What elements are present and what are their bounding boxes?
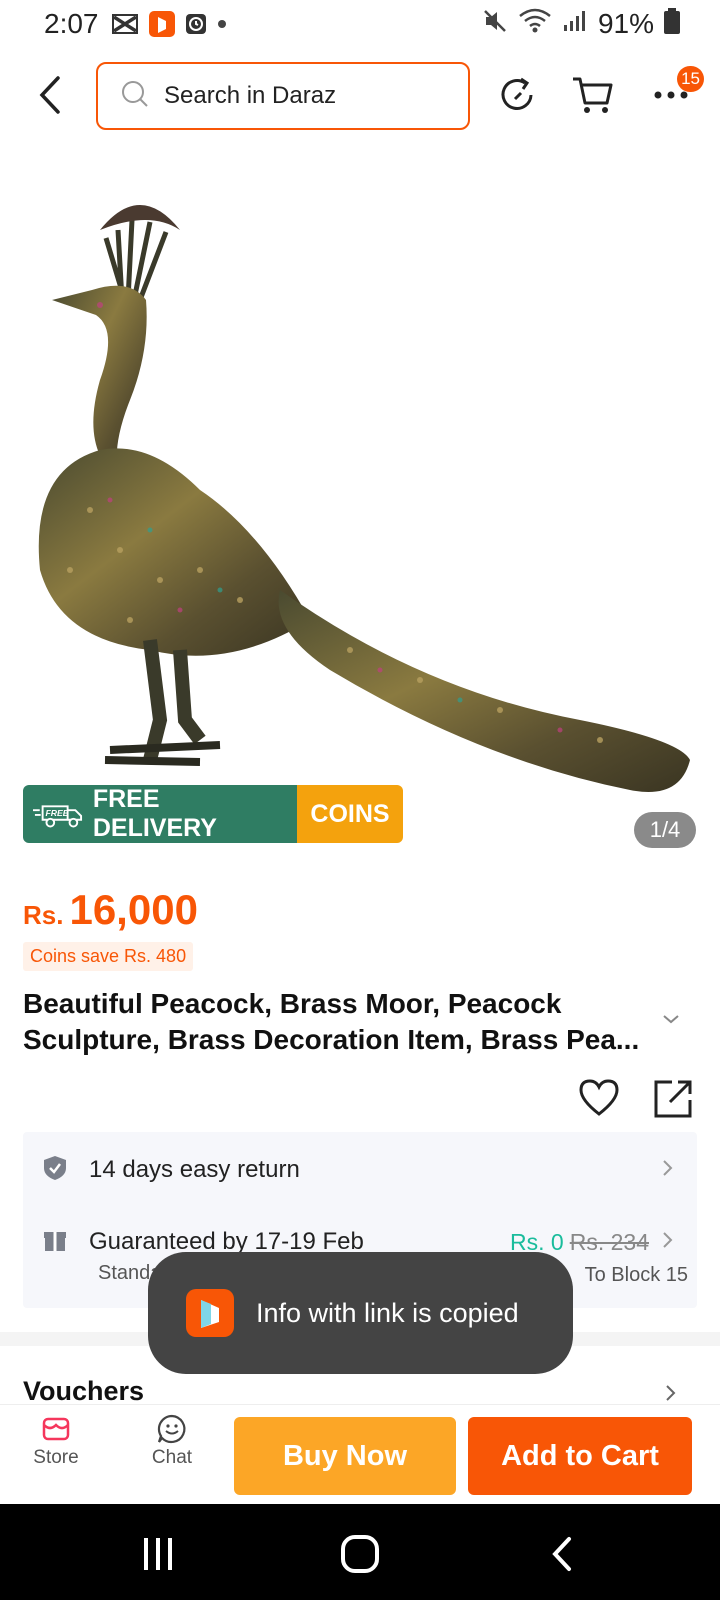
shield-check-icon — [43, 1155, 67, 1186]
wishlist-button[interactable] — [578, 1078, 620, 1123]
easy-return-text: 14 days easy return — [89, 1156, 300, 1183]
more-menu-button[interactable]: 15 — [648, 66, 704, 118]
vouchers-heading[interactable]: Vouchers — [23, 1376, 144, 1407]
signal-icon — [562, 8, 588, 40]
daraz-logo-icon — [186, 1289, 234, 1337]
price-currency: Rs. — [23, 900, 64, 930]
product-price: Rs. 16,000 — [23, 886, 198, 934]
free-delivery-tag: FREE FREE DELIVERY — [23, 785, 297, 843]
system-back-button[interactable] — [532, 1532, 592, 1576]
top-header: Search in Daraz 15 — [0, 60, 720, 130]
refresh-icon — [501, 77, 533, 110]
capcut-icon — [111, 13, 139, 35]
free-tag-text: FREE — [46, 808, 69, 818]
peacock-image — [38, 205, 690, 792]
delivery-location: To Block 15 — [584, 1264, 688, 1286]
recent-apps-icon — [144, 1538, 172, 1570]
battery-icon — [664, 7, 680, 41]
chevron-down-icon — [663, 1015, 679, 1024]
chat-label: Chat — [151, 1447, 193, 1468]
promo-banner: FREE FREE DELIVERY COINS — [23, 785, 403, 843]
chevron-right-icon — [661, 1159, 673, 1182]
mute-icon — [482, 8, 508, 41]
battery-percent: 91% — [597, 8, 654, 39]
delivery-truck-icon: FREE — [33, 805, 83, 828]
easy-return-row[interactable]: 14 days easy return — [23, 1150, 697, 1190]
more-dots-icon — [654, 91, 688, 99]
gift-box-icon — [43, 1228, 67, 1257]
coins-save-badge: Coins save Rs. 480 — [23, 942, 194, 971]
wifi-icon — [518, 8, 552, 41]
free-delivery-text: FREE DELIVERY — [92, 785, 217, 842]
status-bar: 2:07 91% — [0, 0, 720, 48]
add-to-cart-button[interactable]: Add to Cart — [468, 1417, 692, 1495]
cart-icon — [573, 77, 613, 113]
search-icon — [120, 79, 150, 114]
image-counter: 1/4 — [634, 812, 696, 848]
home-icon — [341, 1535, 379, 1573]
store-button[interactable]: Store — [14, 1413, 98, 1469]
system-nav-bar — [0, 1504, 720, 1600]
home-button[interactable] — [330, 1532, 390, 1576]
delivery-old-fee: Rs. 234 — [569, 1228, 649, 1255]
clock-notification-icon — [185, 13, 207, 35]
share-button[interactable] — [652, 1078, 694, 1125]
back-button[interactable] — [30, 72, 70, 118]
refresh-button[interactable] — [494, 72, 540, 118]
chevron-right-icon — [661, 1231, 673, 1254]
store-icon — [42, 1417, 70, 1441]
notification-dot-icon — [217, 19, 227, 29]
coins-tag: COINS — [297, 785, 403, 843]
system-back-icon — [552, 1537, 571, 1571]
product-image[interactable] — [0, 150, 720, 850]
recent-apps-button[interactable] — [128, 1532, 188, 1576]
buy-now-button[interactable]: Buy Now — [234, 1417, 456, 1495]
menu-badge: 15 — [677, 66, 704, 92]
toast-text: Info with link is copied — [256, 1297, 519, 1328]
chat-icon — [157, 1414, 186, 1444]
search-placeholder: Search in Daraz — [164, 82, 337, 109]
product-title: Beautiful Peacock, Brass Moor, Peacock S… — [23, 988, 640, 1055]
heart-icon — [579, 1079, 619, 1116]
store-label: Store — [33, 1447, 79, 1468]
chat-button[interactable]: Chat — [130, 1413, 214, 1469]
toast-message: Info with link is copied — [148, 1252, 573, 1374]
expand-title-button[interactable] — [662, 1012, 680, 1030]
back-arrow-icon — [39, 76, 60, 114]
status-time: 2:07 — [44, 8, 99, 39]
cart-button[interactable] — [570, 72, 616, 118]
search-input[interactable]: Search in Daraz — [96, 62, 470, 130]
daraz-notification-icon — [148, 11, 175, 37]
bottom-action-bar: Store Chat Buy Now Add to Cart — [0, 1404, 720, 1504]
price-amount: 16,000 — [69, 886, 198, 933]
share-icon — [654, 1080, 692, 1118]
